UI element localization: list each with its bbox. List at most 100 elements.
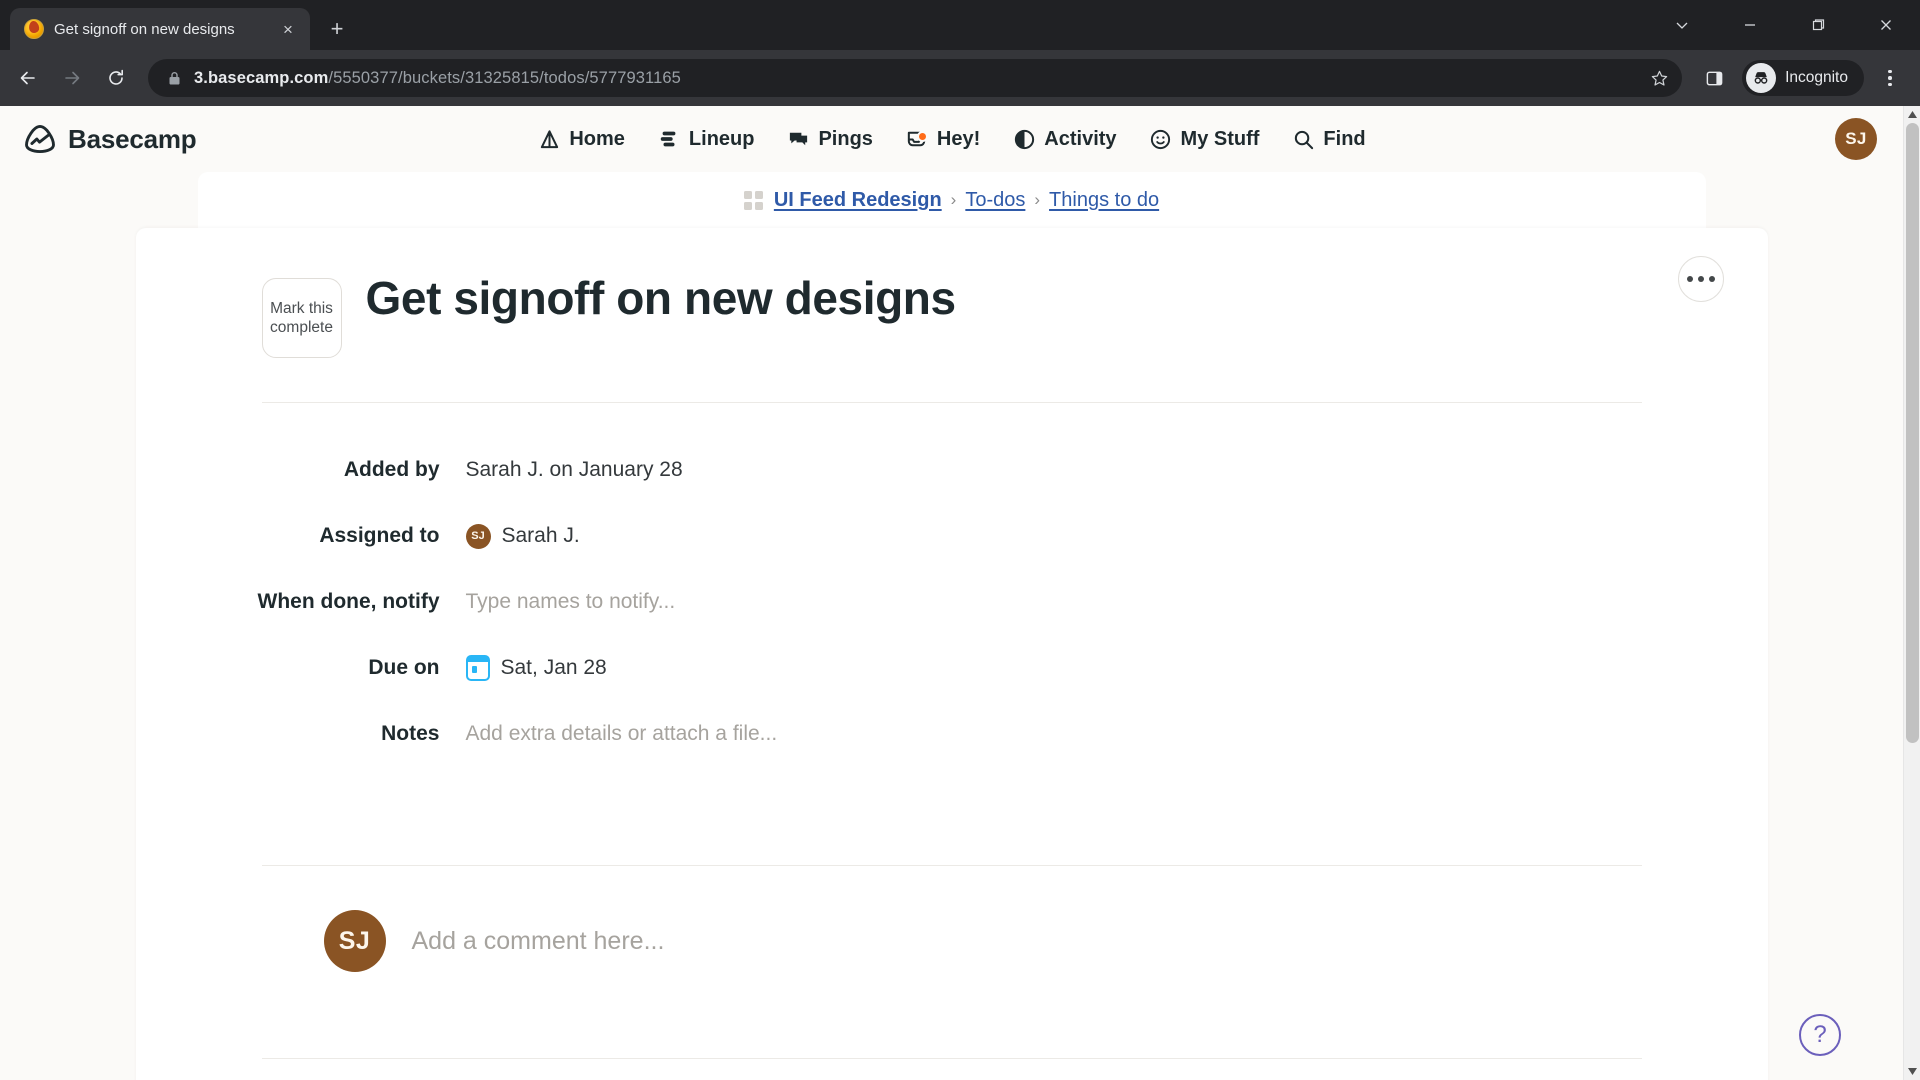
field-label: When done, notify bbox=[257, 590, 440, 613]
todo-fields: Added by Sarah J. on January 28 Assigned… bbox=[136, 403, 1768, 767]
scroll-down-arrow[interactable] bbox=[1904, 1063, 1920, 1080]
basecamp-flame-favicon bbox=[24, 19, 44, 39]
divider bbox=[261, 1058, 1642, 1059]
nav-item-my-stuff[interactable]: My Stuff bbox=[1133, 119, 1276, 159]
field-value-wrap: SJ Sarah J. bbox=[465, 523, 580, 549]
field-label: Due on bbox=[368, 656, 440, 679]
address-bar[interactable]: 3.basecamp.com/5550377/buckets/31325815/… bbox=[148, 59, 1683, 97]
reload-button[interactable] bbox=[96, 58, 136, 98]
question-mark-icon: ? bbox=[1813, 1021, 1827, 1048]
lineup-bars-icon bbox=[657, 127, 681, 151]
due-date-value[interactable]: Sat, Jan 28 bbox=[501, 656, 607, 680]
side-panel-icon[interactable] bbox=[1694, 58, 1734, 98]
todo-title-row: Mark this complete Get signoff on new de… bbox=[261, 270, 1642, 402]
nav-item-find[interactable]: Find bbox=[1275, 119, 1381, 159]
basecamp-logo[interactable]: Basecamp bbox=[22, 123, 197, 155]
avatar: SJ bbox=[465, 523, 491, 549]
incognito-icon bbox=[1746, 63, 1777, 93]
browser-window: Get signoff on new designs × + 3.basecam… bbox=[0, 0, 1920, 1080]
breadcrumb-separator: › bbox=[1034, 190, 1041, 209]
nav-item-home[interactable]: Home bbox=[521, 119, 641, 159]
search-icon bbox=[1291, 127, 1315, 151]
url-text: 3.basecamp.com/5550377/buckets/31325815/… bbox=[184, 69, 1642, 88]
home-tent-icon bbox=[537, 127, 561, 151]
nav-label: Home bbox=[569, 127, 625, 150]
tab-title: Get signoff on new designs bbox=[54, 20, 235, 38]
brand-name: Basecamp bbox=[68, 123, 197, 154]
nav-label: Hey! bbox=[936, 127, 981, 150]
field-label: Assigned to bbox=[319, 524, 440, 547]
url-domain: 3.basecamp.com bbox=[194, 68, 329, 87]
tab-strip: Get signoff on new designs × + bbox=[0, 0, 1920, 50]
notification-badge bbox=[916, 131, 928, 142]
breadcrumb-separator: › bbox=[950, 190, 957, 209]
back-button[interactable] bbox=[8, 58, 48, 98]
more-options-button[interactable] bbox=[1677, 256, 1724, 302]
forward-button[interactable] bbox=[52, 58, 92, 98]
nav-item-activity[interactable]: Activity bbox=[996, 119, 1132, 159]
mark-complete-button[interactable]: Mark this complete bbox=[261, 278, 342, 358]
avatar: SJ bbox=[323, 910, 386, 972]
breadcrumb: UI Feed Redesign › To-dos › Things to do bbox=[743, 189, 1159, 212]
nav-label: Lineup bbox=[688, 127, 755, 150]
account-avatar[interactable]: SJ bbox=[1835, 118, 1877, 160]
page-scrollbar[interactable] bbox=[1903, 106, 1920, 1080]
close-icon[interactable]: × bbox=[276, 17, 300, 41]
notes-input[interactable]: Add extra details or attach a file... bbox=[466, 722, 778, 746]
basecamp-mark-icon bbox=[25, 124, 55, 154]
nav-label: Pings bbox=[818, 127, 873, 150]
basecamp-page: Basecamp Home Lineup Pings Hey! Activity… bbox=[0, 106, 1903, 1080]
new-tab-button[interactable]: + bbox=[320, 12, 354, 46]
browser-tab[interactable]: Get signoff on new designs × bbox=[10, 8, 310, 50]
star-icon[interactable] bbox=[1642, 61, 1676, 95]
browser-toolbar: 3.basecamp.com/5550377/buckets/31325815/… bbox=[0, 50, 1920, 106]
nav-item-hey[interactable]: Hey! bbox=[889, 119, 996, 159]
scrollbar-thumb[interactable] bbox=[1905, 123, 1919, 743]
nav-label: Find bbox=[1323, 127, 1366, 150]
pings-chat-icon bbox=[786, 127, 810, 151]
page-viewport: Basecamp Home Lineup Pings Hey! Activity… bbox=[0, 106, 1920, 1080]
field-notes[interactable]: Notes Add extra details or attach a file… bbox=[136, 701, 1768, 767]
field-when-done-notify[interactable]: When done, notify Type names to notify..… bbox=[136, 569, 1768, 635]
breadcrumb-bar: UI Feed Redesign › To-dos › Things to do bbox=[197, 172, 1706, 228]
lock-icon bbox=[164, 71, 184, 86]
breadcrumb-item-project[interactable]: UI Feed Redesign bbox=[774, 189, 942, 212]
todo-card: Mark this complete Get signoff on new de… bbox=[135, 228, 1768, 1080]
calendar-icon bbox=[465, 655, 490, 681]
activity-pie-icon bbox=[1012, 127, 1036, 151]
scroll-up-arrow[interactable] bbox=[1904, 106, 1920, 123]
nav-label: Activity bbox=[1044, 127, 1117, 150]
maximize-icon[interactable] bbox=[1784, 0, 1852, 50]
field-label: Added by bbox=[343, 458, 440, 481]
comment-input[interactable]: Add a comment here... bbox=[412, 927, 665, 956]
profile-incognito-button[interactable]: Incognito bbox=[1742, 60, 1864, 96]
chevron-down-icon[interactable] bbox=[1648, 0, 1716, 50]
nav-item-lineup[interactable]: Lineup bbox=[641, 119, 771, 159]
breadcrumb-item-todos[interactable]: To-dos bbox=[965, 189, 1025, 212]
field-label: Notes bbox=[381, 722, 440, 745]
kebab-menu-icon[interactable] bbox=[1870, 58, 1910, 98]
notify-input[interactable]: Type names to notify... bbox=[466, 590, 676, 614]
help-button[interactable]: ? bbox=[1799, 1014, 1841, 1056]
field-value-wrap: Sat, Jan 28 bbox=[465, 655, 607, 681]
breadcrumb-item-list[interactable]: Things to do bbox=[1049, 189, 1159, 212]
scrollbar-track[interactable] bbox=[1904, 123, 1920, 1063]
page-title: Get signoff on new designs bbox=[365, 272, 957, 324]
window-controls bbox=[1648, 0, 1920, 50]
field-added-by: Added by Sarah J. on January 28 bbox=[136, 437, 1768, 503]
field-value: Sarah J. on January 28 bbox=[465, 458, 683, 481]
comment-composer[interactable]: SJ Add a comment here... bbox=[136, 866, 1768, 972]
url-path: /5550377/buckets/31325815/todos/57779311… bbox=[328, 68, 681, 87]
primary-nav: Home Lineup Pings Hey! Activity My Stuff… bbox=[0, 106, 1903, 172]
nav-item-pings[interactable]: Pings bbox=[770, 119, 888, 159]
field-due-on[interactable]: Due on Sat, Jan 28 bbox=[136, 635, 1768, 701]
minimize-icon[interactable] bbox=[1716, 0, 1784, 50]
incognito-label: Incognito bbox=[1785, 69, 1848, 86]
assignee-name: Sarah J. bbox=[501, 524, 580, 547]
todo-header: Mark this complete Get signoff on new de… bbox=[261, 228, 1642, 402]
nav-label: My Stuff bbox=[1180, 127, 1260, 150]
grid-icon bbox=[743, 190, 763, 210]
field-assigned-to[interactable]: Assigned to SJ Sarah J. bbox=[136, 503, 1768, 569]
my-stuff-smiley-icon bbox=[1149, 127, 1173, 151]
close-icon[interactable] bbox=[1852, 0, 1920, 50]
